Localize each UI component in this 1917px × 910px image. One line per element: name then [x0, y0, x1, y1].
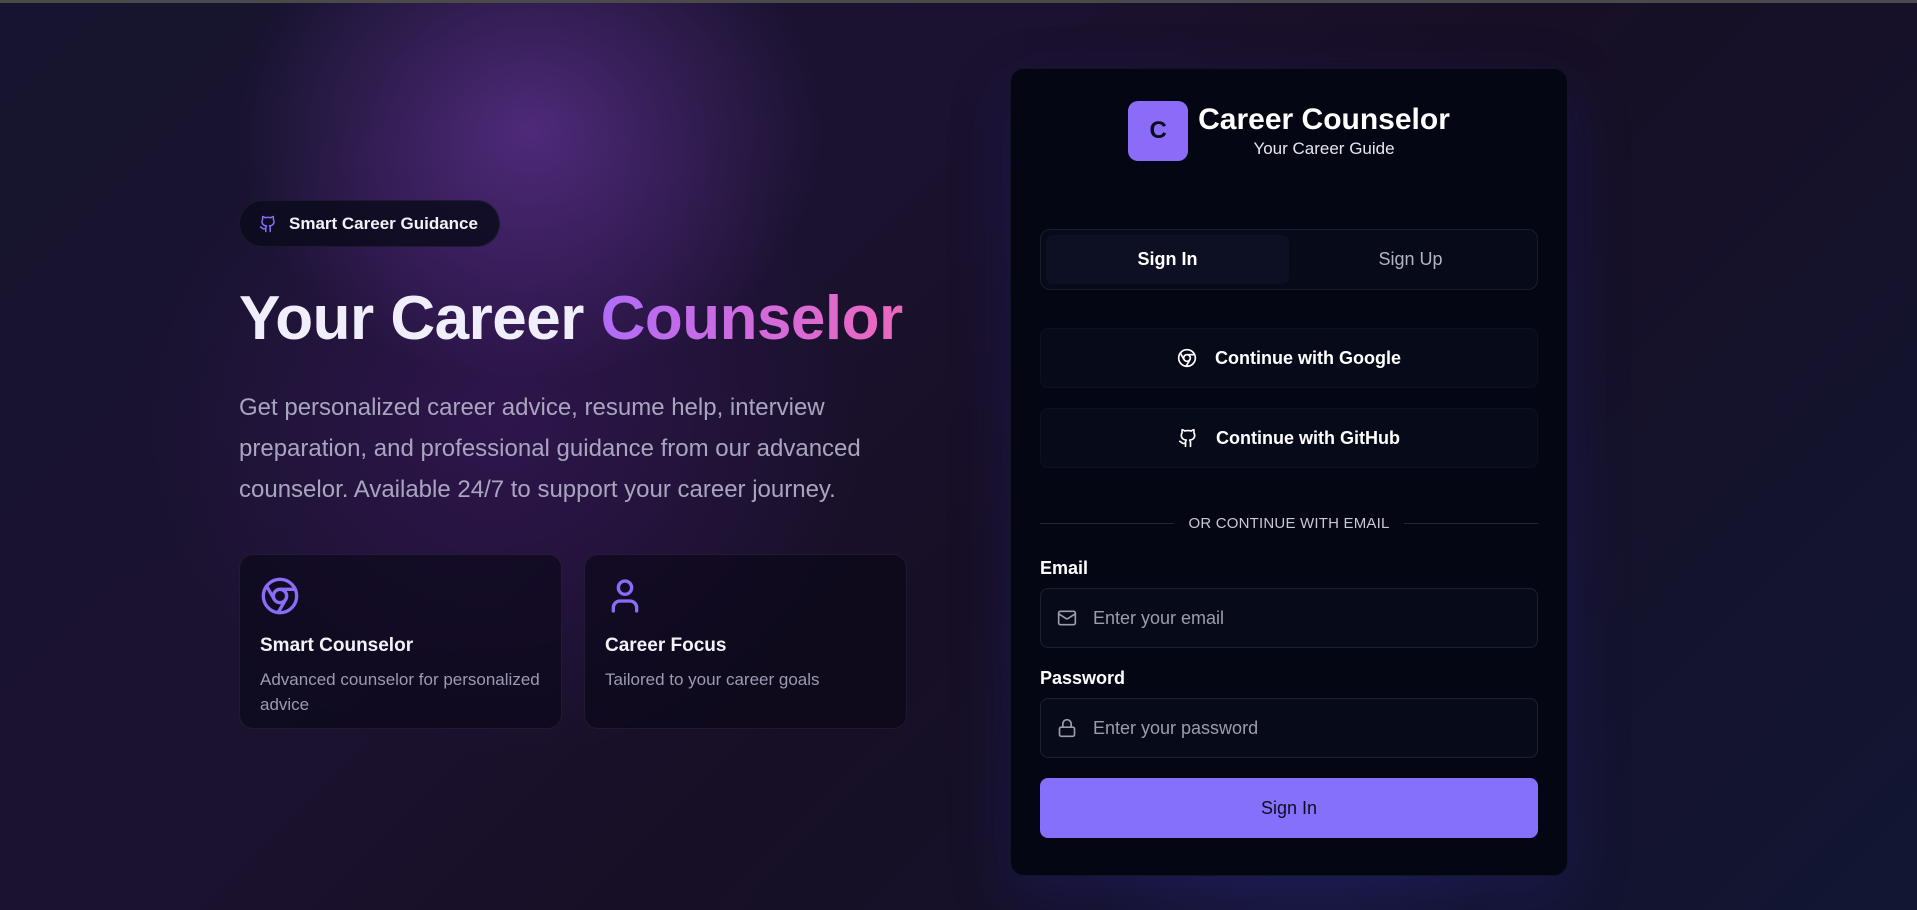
lock-icon — [1058, 718, 1076, 738]
chrome-icon — [1177, 348, 1197, 368]
tab-sign-up[interactable]: Sign Up — [1289, 235, 1532, 284]
github-signin-button[interactable]: Continue with GitHub — [1040, 408, 1538, 468]
google-signin-button[interactable]: Continue with Google — [1040, 328, 1538, 388]
window-top-border — [0, 0, 1917, 3]
feature-card-career-focus: Career Focus Tailored to your career goa… — [584, 554, 907, 730]
brand-logo: C — [1128, 101, 1189, 161]
user-icon — [611, 579, 639, 613]
feature-description: Advanced counselor for personalized advi… — [260, 670, 540, 715]
email-field[interactable] — [1040, 588, 1538, 648]
brand-subtitle: Your Career Guide — [1253, 139, 1395, 158]
tab-sign-in[interactable]: Sign In — [1046, 235, 1289, 284]
divider-line — [1040, 523, 1175, 524]
hero-section: Smart Career Guidance Your Career Counse… — [239, 200, 929, 730]
feature-title: Smart Counselor — [260, 635, 414, 657]
github-icon — [1178, 428, 1196, 448]
brand-header: C Career Counselor Your Career Guide — [1040, 101, 1538, 161]
hero-title: Your Career Counselor — [239, 284, 929, 353]
hero-badge: Smart Career Guidance — [239, 200, 500, 247]
feature-title: Career Focus — [605, 635, 727, 657]
hero-badge-label: Smart Career Guidance — [289, 213, 478, 233]
google-button-label: Continue with Google — [1215, 347, 1401, 368]
feature-description: Tailored to your career goals — [605, 670, 820, 690]
github-icon — [259, 215, 275, 232]
brand-name: Career Counselor — [1198, 103, 1450, 136]
hero-title-prefix: Your Career — [239, 284, 601, 353]
chrome-icon — [261, 577, 299, 615]
password-field[interactable] — [1040, 698, 1538, 758]
password-label: Password — [1040, 668, 1126, 688]
brand-text: Career Counselor Your Career Guide — [1198, 103, 1450, 159]
github-button-label: Continue with GitHub — [1216, 427, 1400, 448]
auth-tabs: Sign In Sign Up — [1040, 229, 1538, 290]
auth-card: C Career Counselor Your Career Guide Sig… — [1010, 68, 1568, 876]
feature-card-smart-counselor: Smart Counselor Advanced counselor for p… — [239, 554, 562, 730]
hero-title-highlight: Counselor — [600, 284, 904, 353]
divider-line — [1403, 523, 1539, 524]
divider-text: OR CONTINUE WITH EMAIL — [1188, 515, 1390, 532]
feature-cards: Smart Counselor Advanced counselor for p… — [239, 554, 929, 730]
hero-description: Get personalized career advice, resume h… — [239, 394, 861, 504]
mail-icon — [1057, 610, 1077, 626]
sign-in-button[interactable]: Sign In — [1040, 778, 1538, 838]
password-input[interactable] — [1093, 717, 1521, 739]
email-input[interactable] — [1093, 607, 1521, 629]
email-divider: OR CONTINUE WITH EMAIL — [1040, 515, 1539, 532]
email-label: Email — [1040, 558, 1089, 578]
